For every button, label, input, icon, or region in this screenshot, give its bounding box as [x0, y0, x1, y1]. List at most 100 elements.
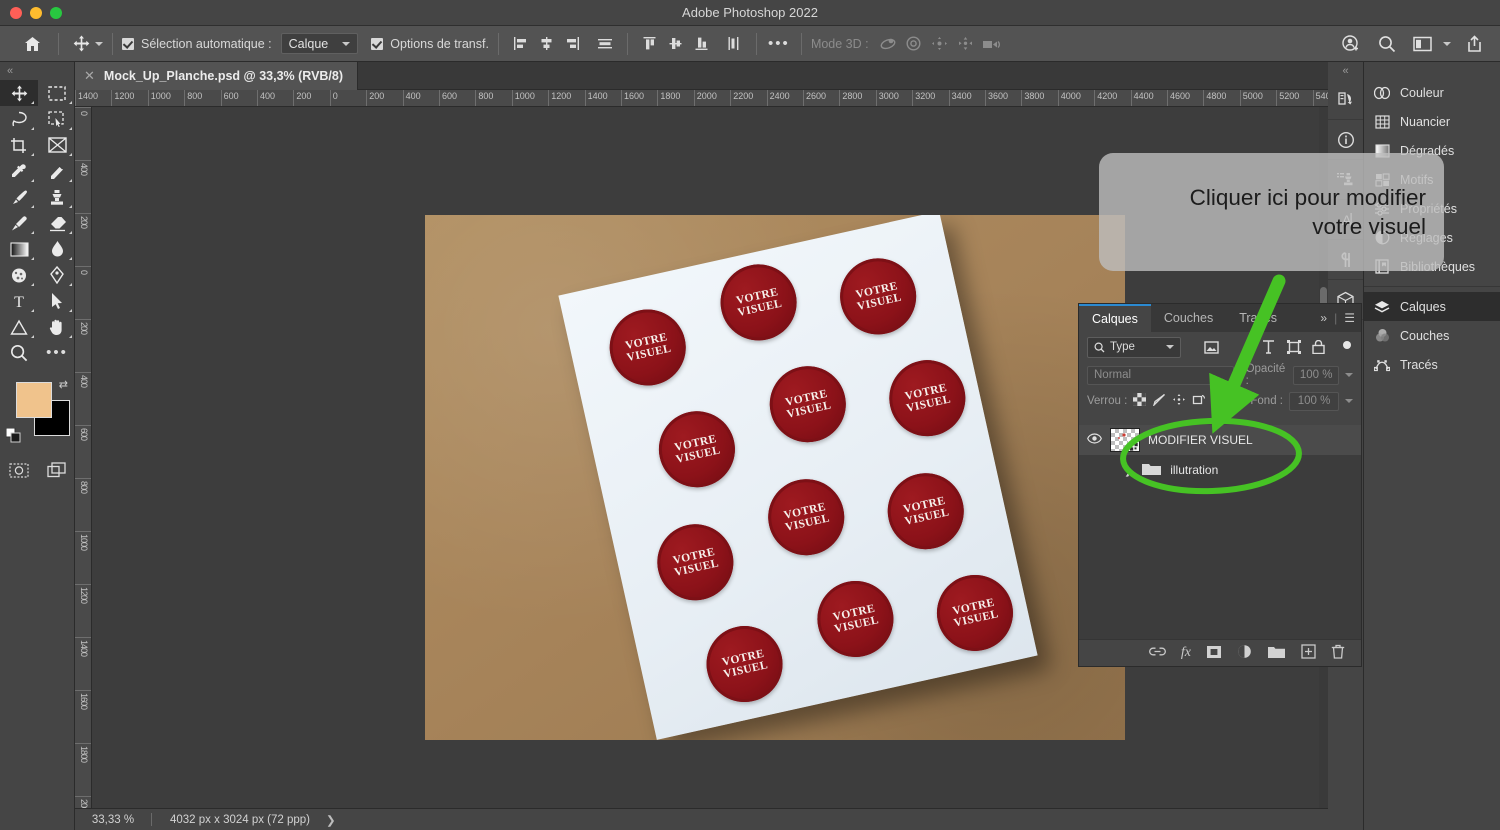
dodge-tool[interactable]	[0, 262, 38, 288]
roll-3d-icon	[901, 32, 927, 56]
brush-tool[interactable]	[0, 184, 38, 210]
new-layer-icon[interactable]	[1301, 644, 1316, 662]
tab-calques[interactable]: Calques	[1079, 304, 1151, 332]
active-tool-icon[interactable]	[73, 35, 103, 52]
document-tab[interactable]: ✕ Mock_Up_Planche.psd @ 33,3% (RVB/8)	[75, 62, 359, 90]
align-right-icon[interactable]	[560, 32, 586, 56]
object-selection-tool[interactable]	[38, 106, 76, 132]
lock-artboard-icon[interactable]	[1192, 393, 1206, 409]
distribute-h-icon[interactable]	[592, 32, 618, 56]
panel-item-nuancier[interactable]: Nuancier	[1364, 107, 1500, 136]
link-layers-icon[interactable]	[1149, 646, 1166, 660]
shape-tool[interactable]	[0, 314, 38, 340]
layer-style-fx-icon[interactable]: fx	[1181, 645, 1191, 661]
filter-smart-icon[interactable]	[1306, 340, 1331, 354]
panel-item-couches[interactable]: Couches	[1364, 321, 1500, 350]
lock-position-icon[interactable]	[1172, 393, 1186, 409]
search-icon[interactable]	[1374, 32, 1400, 56]
zoom-level[interactable]: 33,33 %	[75, 814, 151, 826]
path-selection-tool[interactable]	[38, 288, 76, 314]
panel-item-tracs[interactable]: Tracés	[1364, 350, 1500, 379]
panel-item-calques[interactable]: Calques	[1364, 292, 1500, 321]
layer-mask-icon[interactable]	[1206, 645, 1222, 662]
fill-value[interactable]: 100 %	[1289, 391, 1339, 411]
chevron-right-icon[interactable]: ❯	[1124, 464, 1133, 477]
close-icon[interactable]: ✕	[84, 68, 95, 84]
layer-filter-dropdown[interactable]: Type	[1087, 336, 1182, 358]
panel-menu-icon[interactable]: ☰	[1344, 311, 1355, 325]
layer-name: MODIFIER VISUEL	[1148, 433, 1253, 447]
layer-row-illutration[interactable]: ❯ illutration	[1079, 455, 1361, 485]
home-icon[interactable]	[15, 31, 49, 57]
screen-mode-icon[interactable]	[38, 457, 76, 483]
clone-stamp-tool[interactable]	[38, 184, 76, 210]
lasso-tool[interactable]	[0, 106, 38, 132]
document-tab-bar: ✕ Mock_Up_Planche.psd @ 33,3% (RVB/8)	[75, 62, 1328, 90]
lock-transparency-icon[interactable]	[1133, 393, 1147, 409]
chevron-down-icon[interactable]	[1345, 373, 1353, 377]
new-group-icon[interactable]	[1267, 645, 1286, 662]
more-options-icon[interactable]: •••	[766, 32, 792, 56]
add-user-icon[interactable]	[1338, 32, 1364, 56]
transform-options-label: Options de transf.	[390, 36, 489, 51]
delete-layer-icon[interactable]	[1331, 644, 1345, 662]
align-top-icon[interactable]	[637, 32, 663, 56]
tab-traces[interactable]: Tracés	[1226, 304, 1290, 332]
opacity-value[interactable]: 100 %	[1293, 365, 1339, 385]
layer-row-modifier-visuel[interactable]: MODIFIER VISUEL	[1079, 425, 1361, 455]
panel-item-couleur[interactable]: Couleur	[1364, 78, 1500, 107]
frame-tool[interactable]	[38, 132, 76, 158]
zoom-tool[interactable]	[0, 340, 38, 366]
align-middle-v-icon[interactable]	[663, 32, 689, 56]
pen-tool[interactable]	[38, 262, 76, 288]
history-brush-tool[interactable]	[0, 210, 38, 236]
chevron-down-icon[interactable]	[1443, 41, 1451, 46]
move-tool[interactable]	[0, 80, 38, 106]
filter-toggle-icon[interactable]	[1341, 338, 1353, 356]
layer-thumbnail[interactable]	[1110, 428, 1140, 452]
history-icon[interactable]	[1328, 80, 1363, 120]
edit-toolbar-icon[interactable]: •••	[38, 340, 76, 366]
chevron-right-icon[interactable]: ❯	[310, 813, 336, 827]
eyedropper-tool[interactable]	[0, 158, 38, 184]
swap-colors-icon[interactable]: ⇄	[59, 378, 68, 391]
filter-image-icon[interactable]	[1199, 340, 1224, 354]
default-colors-icon[interactable]	[5, 427, 21, 448]
adjustment-layer-icon[interactable]	[1237, 644, 1252, 662]
blend-mode-dropdown[interactable]: Normal	[1087, 365, 1234, 385]
lock-pixels-icon[interactable]	[1152, 393, 1166, 409]
gradient-tool[interactable]	[0, 236, 38, 262]
spot-healing-brush-tool[interactable]	[38, 158, 76, 184]
mockup-image[interactable]: VOTRE VISUEL VOTRE VISUEL VOTRE VISUEL VOTRE VI…	[425, 215, 1125, 740]
distribute-v-icon[interactable]	[721, 32, 747, 56]
workspace-icon[interactable]	[1410, 32, 1436, 56]
share-icon[interactable]	[1461, 32, 1487, 56]
auto-select-checkbox[interactable]	[122, 37, 134, 50]
align-bottom-icon[interactable]	[689, 32, 715, 56]
collapse-panel-icon[interactable]: «	[0, 62, 74, 80]
sticker: VOTRE VISUEL	[880, 465, 972, 557]
hand-tool[interactable]	[38, 314, 76, 340]
ruler-tick: 2200	[730, 90, 753, 106]
marquee-tool[interactable]	[38, 80, 76, 106]
auto-select-scope-dropdown[interactable]: Calque	[280, 33, 359, 54]
foreground-color-swatch[interactable]	[16, 382, 52, 418]
chevron-down-icon[interactable]	[1345, 399, 1353, 403]
quick-mask-icon[interactable]	[0, 457, 38, 483]
collapse-dock-icon[interactable]: «	[1328, 62, 1363, 80]
eraser-tool[interactable]	[38, 210, 76, 236]
filter-shape-icon[interactable]	[1281, 340, 1306, 354]
transform-options-checkbox[interactable]	[371, 37, 384, 50]
blur-tool[interactable]	[38, 236, 76, 262]
chevron-double-right-icon[interactable]: »	[1320, 311, 1327, 325]
align-center-h-icon[interactable]	[534, 32, 560, 56]
align-left-icon[interactable]	[508, 32, 534, 56]
sticker-label: VOTRE VISUEL	[671, 545, 721, 579]
layer-visibility-icon[interactable]	[1087, 433, 1102, 447]
filter-type-icon[interactable]	[1256, 340, 1281, 354]
tab-couches[interactable]: Couches	[1151, 304, 1226, 332]
lock-all-icon[interactable]	[1212, 392, 1225, 410]
type-tool[interactable]: T	[0, 288, 38, 314]
chevron-down-icon[interactable]	[95, 41, 103, 46]
crop-tool[interactable]	[0, 132, 38, 158]
